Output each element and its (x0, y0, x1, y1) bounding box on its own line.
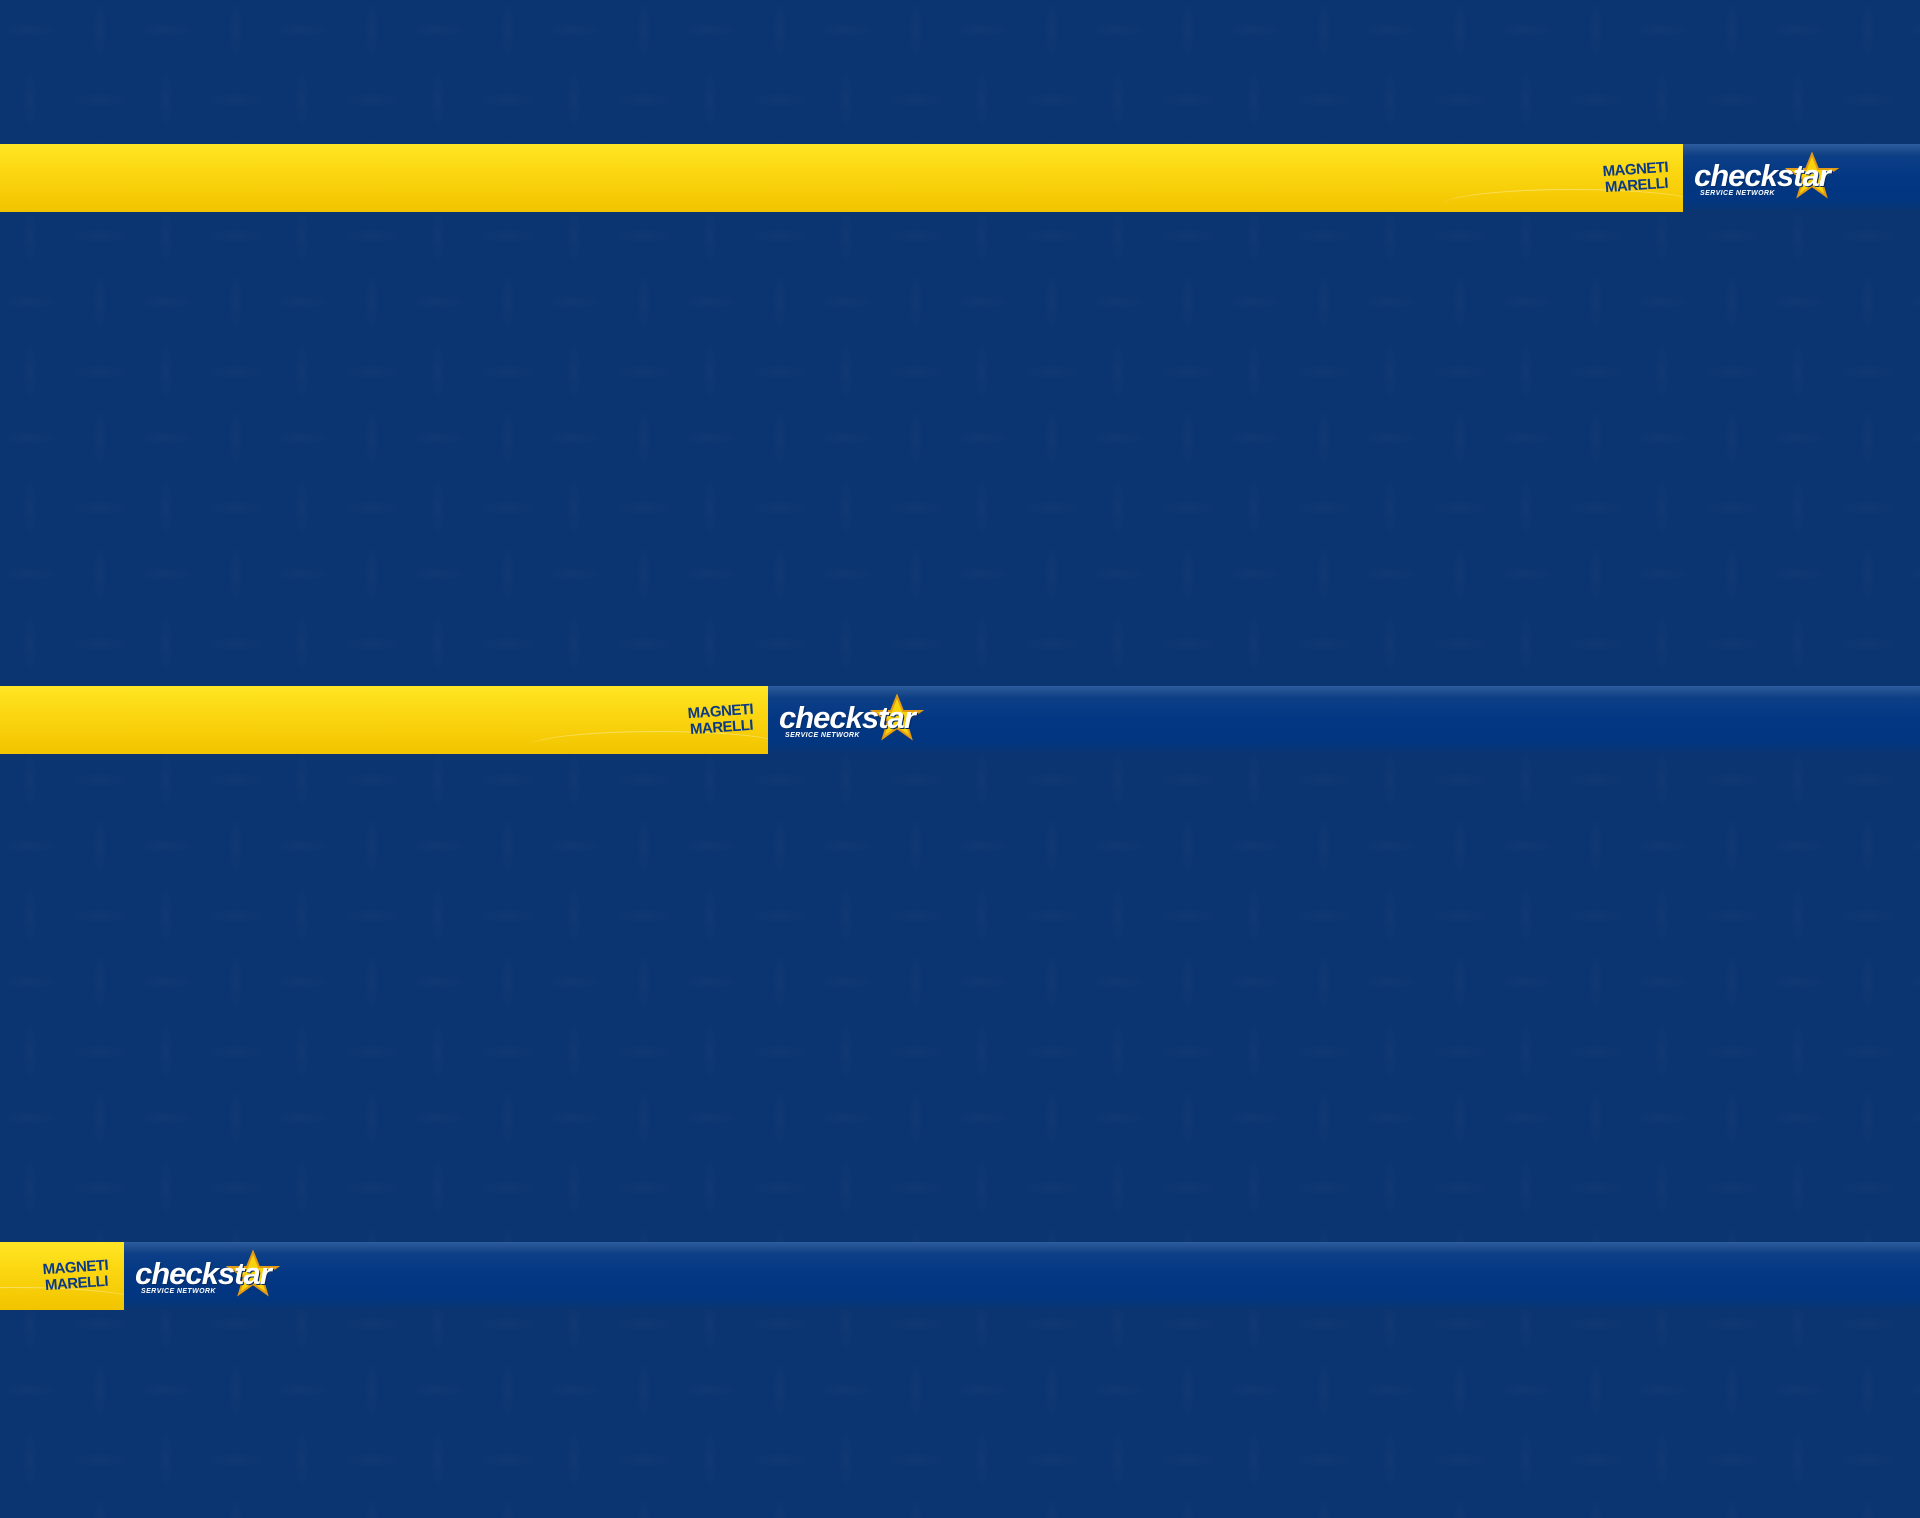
checkstar-logo: checkstar SERVICE NETWORK (779, 694, 939, 746)
marelli-text: MARELLI (689, 716, 754, 739)
yellow-bar (0, 144, 1683, 212)
blue-bar (124, 1242, 1920, 1310)
service-network-tagline: SERVICE NETWORK (1700, 190, 1775, 197)
checkstar-wordmark: checkstar (135, 1256, 272, 1291)
magneti-marelli-logo: MAGNETI MARELLI (684, 698, 759, 743)
brand-banner-1: MAGNETI MARELLI checkstar SERVICE NETWOR… (0, 144, 1920, 212)
service-network-tagline: SERVICE NETWORK (785, 732, 860, 739)
brand-banner-3: MAGNETI MARELLI checkstar SERVICE NETWOR… (0, 1242, 1920, 1310)
yellow-bar (0, 686, 768, 754)
blue-bar (768, 686, 1920, 754)
service-network-tagline: SERVICE NETWORK (141, 1288, 216, 1295)
magneti-marelli-logo: MAGNETI MARELLI (1599, 156, 1674, 201)
brand-banner-2: MAGNETI MARELLI checkstar SERVICE NETWOR… (0, 686, 1920, 754)
marelli-text: MARELLI (44, 1272, 109, 1295)
page: MAGNETI MARELLI checkstar SERVICE NETWOR… (0, 0, 1920, 1518)
checkstar-logo: checkstar SERVICE NETWORK (135, 1250, 295, 1302)
checkstar-wordmark: checkstar (779, 700, 916, 735)
magneti-marelli-logo: MAGNETI MARELLI (39, 1254, 114, 1299)
checkstar-wordmark: checkstar (1694, 158, 1831, 193)
checkstar-logo: checkstar SERVICE NETWORK (1694, 152, 1854, 204)
marelli-text: MARELLI (1604, 174, 1669, 197)
